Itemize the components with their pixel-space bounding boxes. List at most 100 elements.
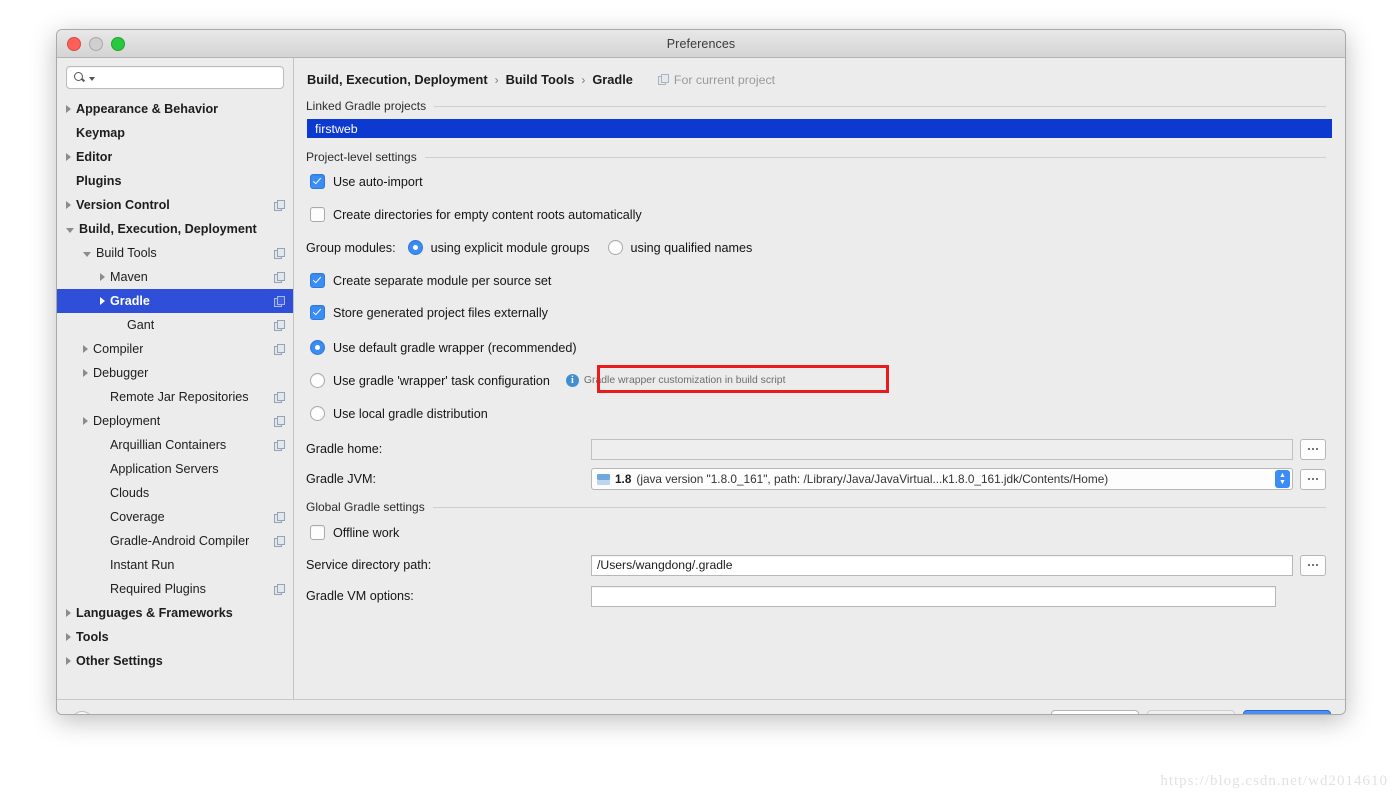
sidebar-item-instant-run[interactable]: Instant Run (57, 553, 293, 577)
copy-settings-icon[interactable] (274, 439, 285, 451)
chevron-right-icon[interactable] (83, 417, 88, 425)
gradle-home-input[interactable] (591, 438, 1293, 460)
sidebar-item-other-settings[interactable]: Other Settings (57, 649, 293, 673)
use-auto-import-checkbox[interactable] (310, 174, 325, 189)
chevron-right-icon[interactable] (66, 609, 71, 617)
sidebar-item-debugger[interactable]: Debugger (57, 361, 293, 385)
create-directories-row[interactable]: Create directories for empty content roo… (310, 207, 1345, 222)
copy-settings-icon[interactable] (274, 391, 285, 403)
sidebar-item-version-control[interactable]: Version Control (57, 193, 293, 217)
sidebar-item-required-plugins[interactable]: Required Plugins (57, 577, 293, 601)
group-modules-qualified-radio[interactable] (607, 240, 623, 255)
chevron-right-icon[interactable] (83, 345, 88, 353)
sidebar-item-label: Remote Jar Repositories (110, 390, 249, 404)
use-wrapper-task-radio[interactable] (310, 373, 325, 388)
chevron-right-icon[interactable] (83, 369, 88, 377)
chevron-right-icon[interactable] (100, 273, 105, 281)
sidebar-item-keymap[interactable]: Keymap (57, 121, 293, 145)
use-local-distribution-row[interactable]: Use local gradle distribution (310, 406, 1345, 421)
use-default-wrapper-radio[interactable] (310, 340, 325, 355)
create-separate-module-checkbox[interactable] (310, 273, 325, 288)
use-local-distribution-radio[interactable] (310, 406, 325, 421)
sidebar-item-build-execution-deployment[interactable]: Build, Execution, Deployment (57, 217, 293, 241)
chevron-right-icon[interactable] (66, 105, 71, 113)
sidebar-item-plugins[interactable]: Plugins (57, 169, 293, 193)
breadcrumb-item-0[interactable]: Build, Execution, Deployment (307, 72, 488, 87)
breadcrumb-separator-icon: › (494, 72, 499, 87)
sidebar-item-editor[interactable]: Editor (57, 145, 293, 169)
copy-settings-icon[interactable] (274, 343, 285, 355)
copy-settings-icon[interactable] (274, 415, 285, 427)
gradle-jvm-stepper-icon[interactable]: ▲ ▼ (1275, 470, 1290, 488)
create-separate-module-row[interactable]: Create separate module per source set (310, 273, 1345, 288)
gradle-home-row: Gradle home: (306, 436, 1326, 462)
help-button[interactable]: ? (71, 711, 93, 714)
sidebar-item-clouds[interactable]: Clouds (57, 481, 293, 505)
sidebar-item-gradle[interactable]: Gradle (57, 289, 293, 313)
minimize-button-icon[interactable] (89, 37, 103, 51)
sidebar-item-compiler[interactable]: Compiler (57, 337, 293, 361)
sidebar-item-build-tools[interactable]: Build Tools (57, 241, 293, 265)
use-auto-import-row[interactable]: Use auto-import (310, 174, 1345, 189)
sidebar-item-gradle-android-compiler[interactable]: Gradle-Android Compiler (57, 529, 293, 553)
chevron-right-icon[interactable] (66, 153, 71, 161)
store-generated-checkbox[interactable] (310, 305, 325, 320)
offline-work-checkbox[interactable] (310, 525, 325, 540)
chevron-right-icon[interactable] (66, 657, 71, 665)
chevron-right-icon[interactable] (100, 297, 105, 305)
gradle-jvm-browse-button[interactable] (1300, 468, 1326, 490)
copy-settings-icon[interactable] (274, 199, 285, 211)
use-wrapper-task-row[interactable]: Use gradle 'wrapper' task configuration … (310, 373, 1345, 388)
gradle-home-browse-button[interactable] (1300, 438, 1326, 460)
sidebar-item-coverage[interactable]: Coverage (57, 505, 293, 529)
settings-tree[interactable]: Appearance & Behavior Keymap Editor Plugins… (57, 95, 293, 699)
copy-settings-icon[interactable] (274, 271, 285, 283)
chevron-right-icon[interactable] (66, 633, 71, 641)
group-modules-explicit-radio[interactable] (407, 240, 423, 255)
use-auto-import-label: Use auto-import (333, 174, 423, 189)
cancel-button[interactable]: Cancel (1051, 709, 1139, 714)
copy-settings-icon[interactable] (274, 247, 285, 259)
gradle-home-label: Gradle home: (306, 442, 383, 456)
copy-settings-icon[interactable] (274, 583, 285, 595)
store-generated-row[interactable]: Store generated project files externally (310, 305, 1345, 320)
linked-project-list-item[interactable]: firstweb (307, 119, 1332, 138)
search-input[interactable] (95, 69, 277, 86)
service-directory-label: Service directory path: (306, 558, 432, 572)
group-modules-option-explicit[interactable]: using explicit module groups (407, 240, 590, 255)
sidebar-item-languages-frameworks[interactable]: Languages & Frameworks (57, 601, 293, 625)
breadcrumb-item-1[interactable]: Build Tools (506, 72, 575, 87)
service-directory-input[interactable]: /Users/wangdong/.gradle (591, 554, 1293, 576)
service-directory-browse-button[interactable] (1300, 554, 1326, 576)
copy-settings-icon[interactable] (274, 319, 285, 331)
sidebar-item-maven[interactable]: Maven (57, 265, 293, 289)
use-local-distribution-label: Use local gradle distribution (333, 406, 488, 421)
sidebar-item-deployment[interactable]: Deployment (57, 409, 293, 433)
group-modules-option-qualified[interactable]: using qualified names (607, 240, 752, 255)
search-box[interactable] (66, 66, 284, 89)
gradle-jvm-label: Gradle JVM: (306, 472, 376, 486)
ok-button[interactable]: OK (1243, 709, 1331, 714)
sidebar-item-appearance-behavior[interactable]: Appearance & Behavior (57, 97, 293, 121)
vm-options-input[interactable] (591, 585, 1276, 607)
gradle-jvm-combobox[interactable]: 1.8 (java version "1.8.0_161", path: /Li… (591, 468, 1293, 490)
sidebar-item-gant[interactable]: Gant (57, 313, 293, 337)
copy-settings-icon[interactable] (274, 295, 285, 307)
use-default-wrapper-row[interactable]: Use default gradle wrapper (recommended) (310, 340, 1345, 355)
service-directory-row: Service directory path: /Users/wangdong/… (306, 552, 1326, 578)
chevron-down-icon[interactable] (66, 227, 74, 233)
zoom-button-icon[interactable] (111, 37, 125, 51)
sidebar-item-remote-jar-repositories[interactable]: Remote Jar Repositories (57, 385, 293, 409)
chevron-down-icon[interactable] (83, 251, 91, 257)
create-directories-checkbox[interactable] (310, 207, 325, 222)
copy-settings-icon[interactable] (274, 511, 285, 523)
offline-work-row[interactable]: Offline work (310, 525, 1345, 540)
close-button-icon[interactable] (67, 37, 81, 51)
sidebar-item-application-servers[interactable]: Application Servers (57, 457, 293, 481)
copy-settings-icon[interactable] (274, 535, 285, 547)
project-settings-section-label: Project-level settings (306, 150, 417, 164)
breadcrumb-item-2[interactable]: Gradle (592, 72, 633, 87)
sidebar-item-arquillian-containers[interactable]: Arquillian Containers (57, 433, 293, 457)
chevron-right-icon[interactable] (66, 201, 71, 209)
sidebar-item-tools[interactable]: Tools (57, 625, 293, 649)
